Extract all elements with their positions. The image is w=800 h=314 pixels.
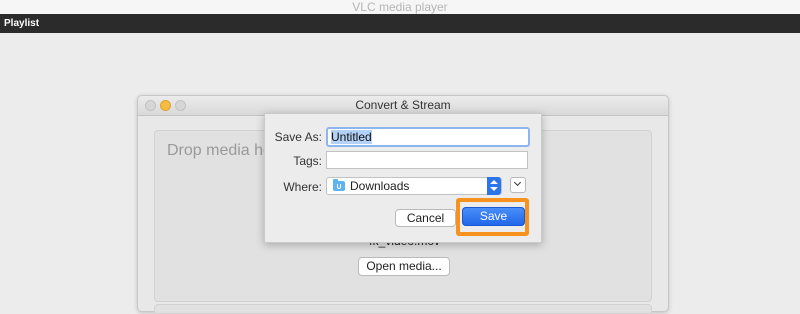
save-button[interactable]: Save: [462, 207, 525, 226]
tags-label: Tags:: [293, 154, 322, 168]
where-label: Where:: [283, 180, 322, 194]
where-select[interactable]: Downloads: [326, 177, 502, 195]
cancel-button[interactable]: Cancel: [395, 209, 456, 227]
save-dialog: Save As: Untitled Tags: Where: Downloads…: [264, 113, 542, 243]
close-window-button[interactable]: [145, 100, 156, 111]
minimize-window-button[interactable]: [160, 100, 171, 111]
where-value: Downloads: [350, 179, 410, 193]
expand-dialog-button[interactable]: [510, 177, 526, 193]
zoom-window-button[interactable]: [175, 100, 186, 111]
select-stepper-icon: [487, 177, 501, 195]
save-as-label: Save As:: [274, 130, 322, 144]
folder-icon: [333, 179, 345, 191]
open-media-button[interactable]: Open media...: [358, 257, 450, 276]
chevron-down-icon: [513, 178, 522, 187]
save-as-value: Untitled: [331, 130, 372, 144]
app-title: VLC media player: [0, 0, 800, 14]
convert-stream-title: Convert & Stream: [355, 98, 451, 112]
tags-field[interactable]: [326, 151, 528, 169]
playlist-header: Playlist: [0, 14, 800, 33]
save-as-field[interactable]: Untitled: [326, 127, 530, 147]
playlist-label: Playlist: [4, 18, 40, 29]
